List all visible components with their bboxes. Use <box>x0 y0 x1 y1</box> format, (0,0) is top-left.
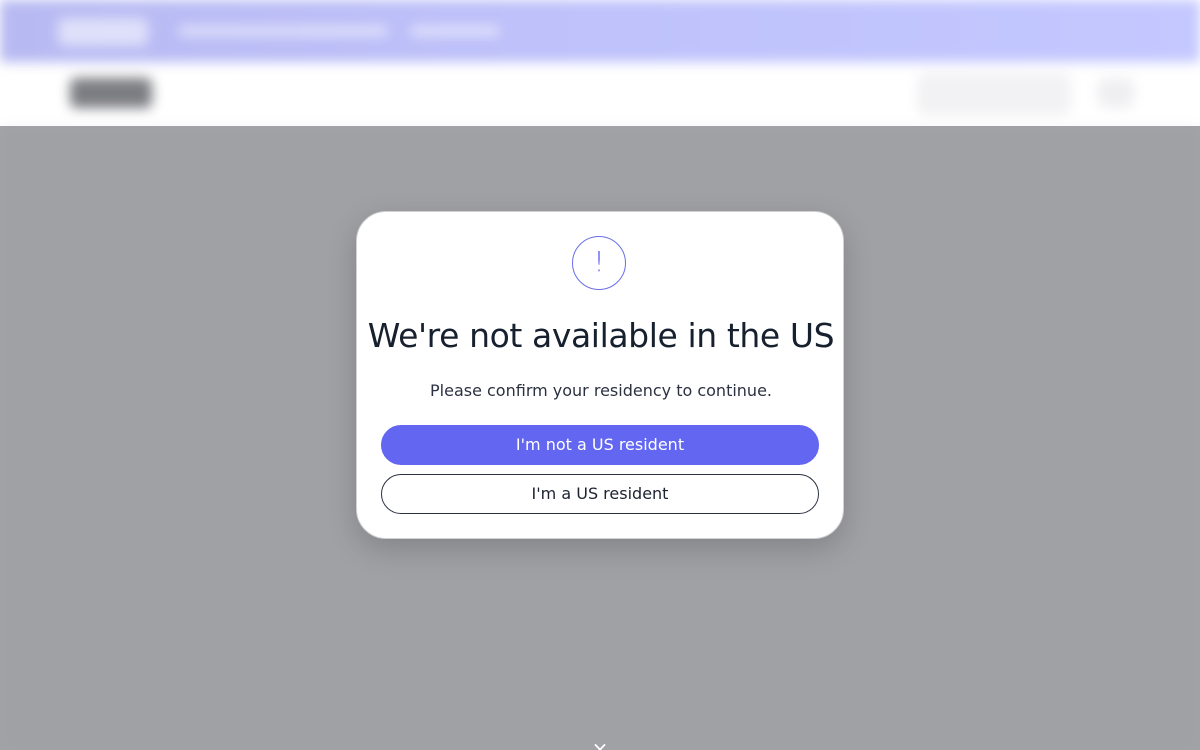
site-logo <box>70 78 152 108</box>
promo-banner <box>0 0 1200 62</box>
header-button <box>918 74 1070 114</box>
close-icon[interactable]: × <box>591 739 609 750</box>
promo-pill <box>58 18 148 46</box>
promo-link-placeholder <box>410 26 500 36</box>
site-header <box>0 62 1200 126</box>
menu-icon <box>1098 78 1134 108</box>
modal-title: We're not available in the US <box>367 316 835 355</box>
us-resident-button[interactable]: I'm a US resident <box>381 474 819 514</box>
modal-subtitle: Please confirm your residency to continu… <box>430 381 772 400</box>
not-us-resident-button[interactable]: I'm not a US resident <box>381 425 819 465</box>
residency-modal: ! We're not available in the US Please c… <box>356 211 844 539</box>
promo-text-placeholder <box>178 26 388 36</box>
page: ! We're not available in the US Please c… <box>0 0 1200 750</box>
exclamation-circle-icon: ! <box>572 236 626 290</box>
